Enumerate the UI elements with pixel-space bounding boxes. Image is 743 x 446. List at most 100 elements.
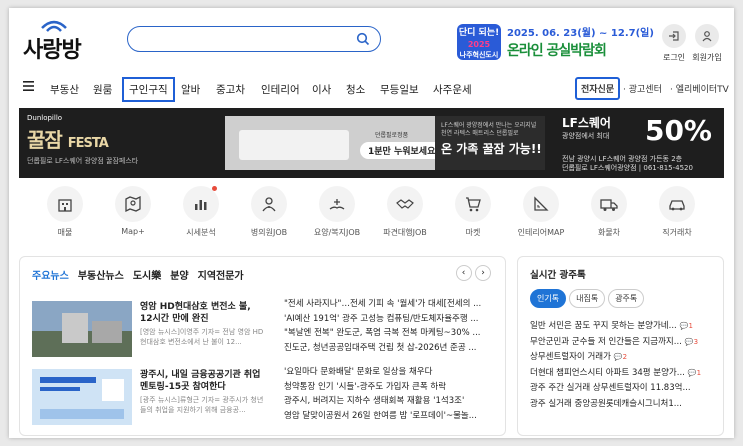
tab-local-expert[interactable]: 지역전문가 [198, 271, 244, 282]
quick-market[interactable]: 마켓 [437, 186, 509, 238]
badge-line1: 단디 되는! [458, 28, 500, 38]
list-item[interactable]: 'AI예산 191억' 광주 고성능 컴퓨팅/반도체자율주행 ... [284, 312, 499, 327]
news-card-title: 영암 HD현대삼호 변전소 불, 12시간 만에 완진 [140, 302, 251, 324]
nav-item-fortune[interactable]: 사주운세 [433, 82, 472, 97]
quick-listing-label: 매물 [57, 228, 73, 237]
chip-gwangju[interactable]: 광주톡 [608, 289, 645, 308]
ad-percent: 50% [644, 114, 712, 147]
ad-title-suffix: FESTA [67, 136, 109, 151]
nav-item-elevatortv[interactable]: · 엘리베이터TV [670, 82, 729, 95]
trending-title: 실시간 광주톡 [530, 270, 586, 281]
site-logo[interactable]: 사랑방 [23, 18, 113, 63]
nav-item-cleaning[interactable]: 청소 [346, 82, 365, 97]
nav-item-parttime[interactable]: 알바 [181, 82, 200, 97]
nav-item-interior[interactable]: 인테리어 [261, 82, 300, 97]
tab-presale[interactable]: 분양 [170, 271, 188, 282]
building-icon [47, 186, 83, 222]
signup-button[interactable]: 회원가입 [687, 24, 727, 63]
news-panel: 주요뉴스 부동산뉴스 도시樂 분양 지역전문가 ‹ › 영암 HD현대삼호 변전소 불,… [19, 256, 506, 436]
news-thumbnail [32, 301, 132, 357]
list-item[interactable]: 무안군민과 군수들 저 인간들은 지금까지... 💬3 [530, 335, 718, 351]
quick-dispatch-job-label: 파견대행JOB [383, 228, 427, 237]
quick-hospital-job[interactable]: 병의원JOB [233, 186, 305, 238]
tab-realestate-news[interactable]: 부동산뉴스 [78, 271, 124, 282]
user-icon [695, 24, 719, 48]
list-item[interactable]: 광주 실거래 중앙공원롯데캐슬시그니처1... [530, 397, 718, 413]
chevron-left-icon[interactable]: ‹ [455, 265, 472, 281]
quick-dispatch-job[interactable]: 파견대행JOB [369, 186, 441, 238]
ruler-icon [523, 186, 559, 222]
browser-frame: 사랑방 단디 되는! 2025 나주혁신도시 2025. 06. 23(월) ~… [9, 8, 734, 438]
chip-popular[interactable]: 인기톡 [530, 289, 567, 308]
signup-label: 회원가입 [692, 53, 722, 62]
nav-item-mudeung[interactable]: 무등일보 [380, 82, 419, 97]
quick-price-analysis[interactable]: 시세분석 [165, 186, 237, 238]
nav-item-oneroom[interactable]: 원룸 [93, 82, 112, 97]
tab-city[interactable]: 도시樂 [133, 271, 161, 282]
nav-item-enewspaper[interactable]: 전자신문 [575, 77, 621, 100]
news-card-desc: [영암 뉴시스]이영주 기자= 전남 영암 HD현대삼호 변전소에서 난 불이 … [140, 328, 264, 346]
chip-myhome[interactable]: 내집톡 [569, 289, 606, 308]
truck-icon [591, 186, 627, 222]
quick-hospital-job-label: 병의원JOB [250, 228, 288, 237]
tab-main-news[interactable]: 주요뉴스 [32, 271, 69, 282]
search-input[interactable] [127, 26, 381, 52]
nav-item-adcenter[interactable]: · 광고센터 [623, 82, 662, 95]
quick-icons: 매물 Map+ 시세분석 병의원JOB 요양/복지JOB 파견대행JOB 마켓 [9, 186, 734, 246]
trending-text: 상무센트럴자이 거래가 [530, 352, 611, 362]
list-item[interactable]: 진도군, 청년공공임대주택 건립 첫 삽-2026년 준공 ... [284, 341, 499, 356]
adcenter-label: 광고센터 [628, 85, 662, 95]
trending-list: 일반 서민은 꿈도 꾸지 못하는 분양가네... 💬1 무안군민과 군수들 저 인… [530, 319, 718, 412]
ad-middle-right: LF스퀘어 광양점에서 만나는 오리지널 천연 라텍스 매트리스 던롭필로 온 … [435, 116, 545, 170]
quick-map[interactable]: Map+ [97, 186, 169, 236]
map-icon [115, 186, 151, 222]
quick-interior-map[interactable]: 인테리어MAP [505, 186, 577, 238]
news-card[interactable]: 영암 HD현대삼호 변전소 불, 12시간 만에 완진 [영암 뉴시스]이영주 … [32, 301, 264, 359]
list-item[interactable]: '요일마다 문화배달' 문화로 일상을 채우다 [284, 365, 499, 380]
list-item[interactable]: "복날엔 전복" 완도군, 폭염 극복 전복 마케팅~30% ... [284, 326, 499, 341]
menu-icon[interactable] [23, 81, 34, 91]
list-item[interactable]: 일반 서민은 꿈도 꾸지 못하는 분양가네... 💬1 [530, 319, 718, 335]
chevron-right-icon[interactable]: › [475, 265, 491, 281]
quick-truck[interactable]: 화물차 [573, 186, 645, 238]
ad-mid-big: 온 가족 꿀잠 가능!! [441, 142, 542, 156]
comment-count: 💬1 [679, 322, 693, 330]
nav-item-realestate[interactable]: 부동산 [50, 82, 79, 97]
cart-icon [455, 186, 491, 222]
list-item[interactable]: 광주시, 버려지는 지하수 생태회복 재활용 '1석3조' [284, 394, 499, 409]
festival-banner[interactable]: 단디 되는! 2025 나주혁신도시 2025. 06. 23(월) ~ 12.… [457, 22, 654, 62]
badge-year: 2025 [467, 40, 491, 49]
list-item[interactable]: 영암 달맞이공원서 26일 한여름 밤 '로프데이'~물놀... [284, 409, 499, 424]
list-item[interactable]: "전세 사라지나"…전세 기피 속 '월세'가 대세[전세의 ... [284, 297, 499, 312]
main-nav: 부동산 원룸 구인구직 알바 중고차 인테리어 이사 청소 무등일보 사주운세 … [9, 74, 734, 102]
quick-interior-map-label: 인테리어MAP [517, 228, 565, 237]
quick-care-job[interactable]: 요양/복지JOB [301, 186, 373, 238]
ad-left: Dunlopillo 꿀잠 FESTA 던롭필로 LF스퀘어 광양점 꿀잠페스타 [27, 114, 138, 166]
nav-item-jobs[interactable]: 구인구직 [122, 77, 175, 102]
news-card-desc: [광주 뉴시스]류형근 기자= 광주시가 청년들의 취업을 지원하기 위해 금융… [140, 396, 264, 414]
list-item[interactable]: 청약통장 인기 '시들'-광주도 가입자 큰폭 하락 [284, 380, 499, 395]
nav-item-usedcar[interactable]: 중고차 [216, 82, 245, 97]
ad-subtitle: 던롭필로 LF스퀘어 광양점 꿀잠페스타 [27, 157, 139, 165]
quick-listing[interactable]: 매물 [29, 186, 101, 238]
doctor-icon [251, 186, 287, 222]
trending-chips: 인기톡 내집톡 광주톡 [530, 289, 647, 308]
ad-banner[interactable]: Dunlopillo 꿀잠 FESTA 던롭필로 LF스퀘어 광양점 꿀잠페스타… [19, 108, 724, 178]
list-item[interactable]: 더현대 챔피언스시티 아파트 34평 분양가... 💬1 [530, 366, 718, 382]
news-card[interactable]: 광주시, 내일 금융공공기관 취업 멘토링-15곳 참여한다 [광주 뉴시스]류… [32, 369, 264, 427]
ad-address-1: 전남 광양시 LF스퀘어 광양점 가든동 2층 [562, 155, 683, 163]
trending-text: 광주 실거래 중앙공원롯데캐슬시그니처1... [530, 398, 682, 409]
quick-direct-car[interactable]: 직거래차 [641, 186, 713, 238]
ad-pill: 1분만 누워보세요. [360, 142, 447, 159]
ad-address: 전남 광양시 LF스퀘어 광양점 가든동 2층 던롭필로 LF스퀘어광양점 | … [562, 155, 712, 173]
quick-care-job-label: 요양/복지JOB [313, 228, 361, 237]
ad-right: LF스퀘어 광양점에서 최대 50% 전남 광양시 LF스퀘어 광양점 가든동 … [562, 114, 712, 173]
nav-item-moving[interactable]: 이사 [312, 82, 331, 97]
elevatortv-label: 엘리베이터TV [675, 85, 729, 95]
comment-count: 💬3 [684, 337, 699, 346]
search-icon[interactable] [356, 32, 370, 46]
comment-count: 💬2 [613, 353, 628, 361]
news-list-b: '요일마다 문화배달' 문화로 일상을 채우다 청약통장 인기 '시들'-광주도… [284, 365, 499, 423]
list-item[interactable]: 상무센트럴자이 거래가 💬2 [530, 350, 718, 366]
list-item[interactable]: 광주 주간 실거래 상무센트럴자이 11.83억... [530, 381, 718, 397]
